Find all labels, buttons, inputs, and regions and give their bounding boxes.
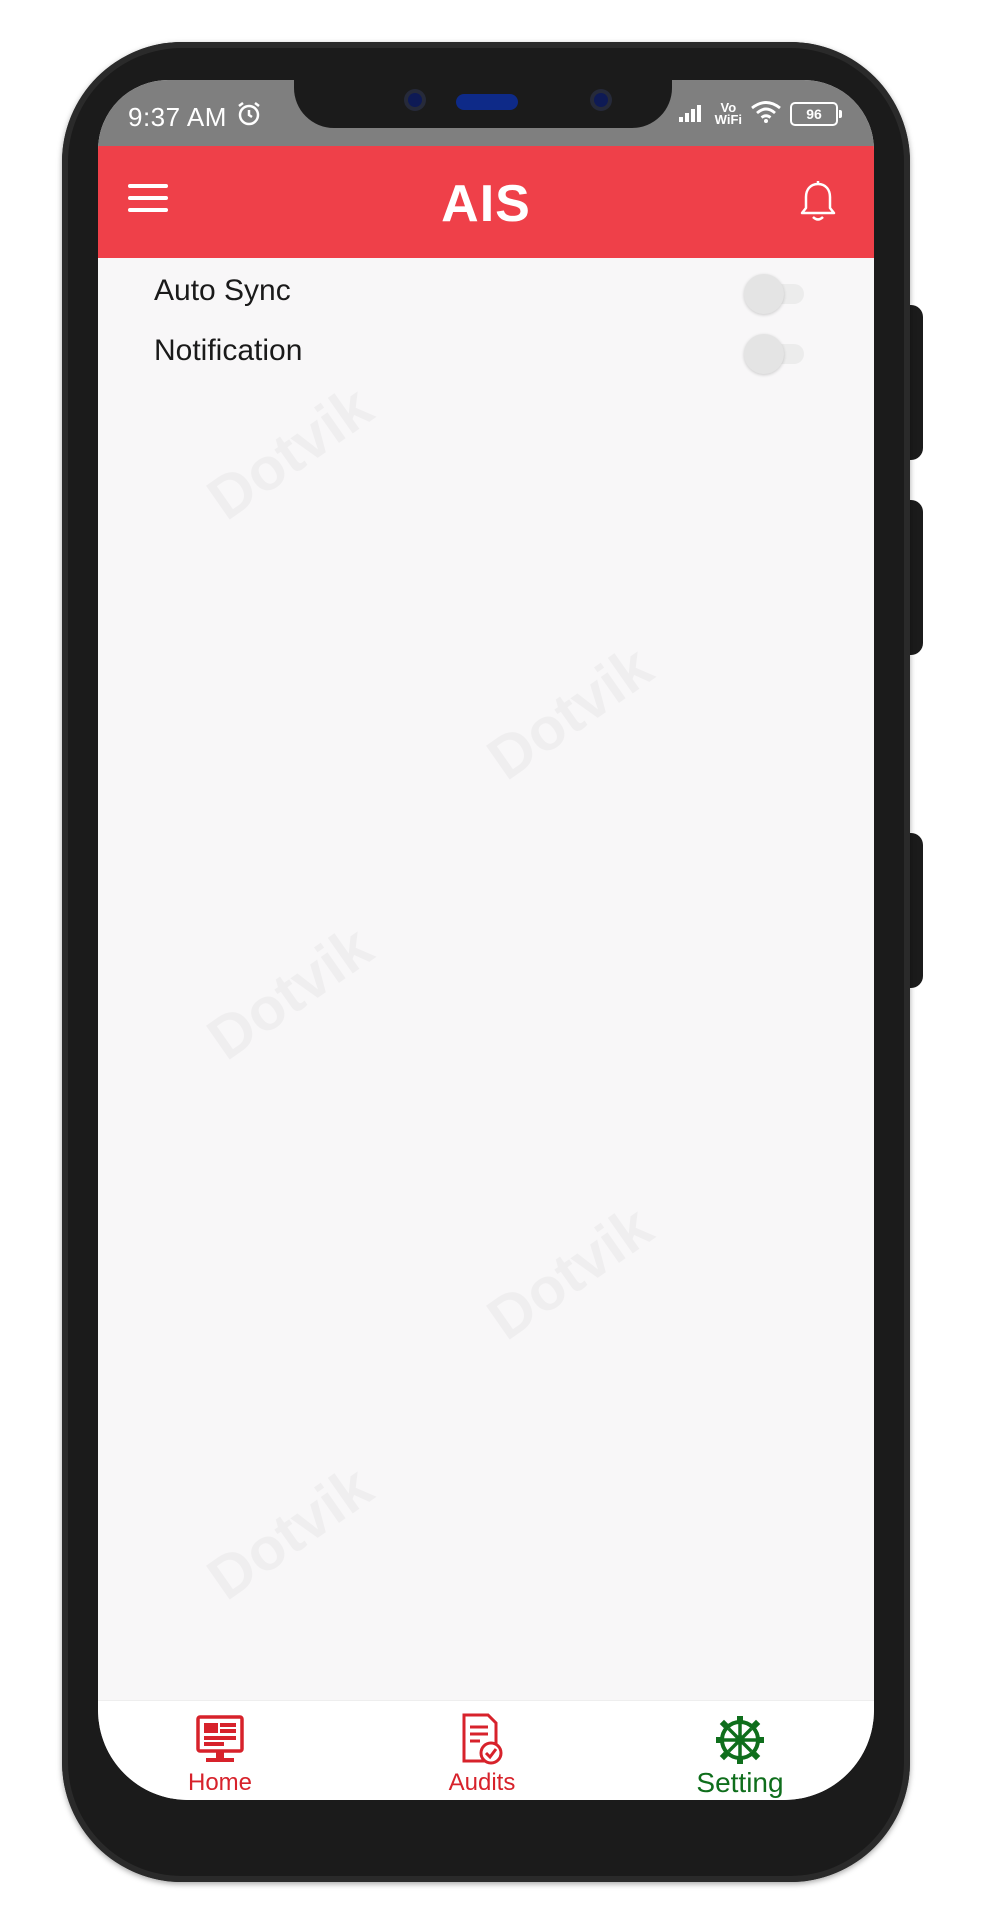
watermark-text: Dotvik: [475, 632, 665, 794]
setting-row-auto-sync: Auto Sync: [154, 264, 804, 320]
notification-label: Notification: [154, 334, 303, 367]
wifi-label: WiFi: [714, 112, 742, 127]
nav-audits-label: Audits: [448, 1769, 516, 1796]
watermark-text: Dotvik: [195, 372, 385, 534]
status-indicators: Vo WiFi 96: [677, 98, 842, 130]
monitor-icon: [120, 1711, 320, 1765]
battery-indicator: 96: [790, 102, 842, 126]
nav-home[interactable]: Home: [120, 1711, 320, 1797]
watermark-text: Dotvik: [195, 912, 385, 1074]
nav-home-label: Home: [187, 1769, 253, 1796]
toggle-thumb: [744, 334, 784, 374]
app-bar: AIS: [98, 146, 874, 258]
front-camera-secondary: [594, 93, 608, 107]
toggle-thumb: [744, 274, 784, 314]
bottom-navigation: Home Audits Setting: [98, 1700, 874, 1800]
bell-icon[interactable]: [798, 180, 838, 229]
status-time: 9:37 AM: [128, 102, 227, 132]
nav-setting[interactable]: Setting: [640, 1711, 840, 1799]
wifi-icon: [750, 100, 782, 129]
signal-icon: [677, 101, 707, 128]
front-camera: [408, 93, 422, 107]
alarm-icon: [235, 100, 263, 133]
settings-content: Dotvik Dotvik Dotvik Dotvik Dotvik Auto …: [98, 258, 874, 1700]
setting-row-notification: Notification: [154, 324, 804, 380]
app-title: AIS: [441, 175, 531, 233]
auto-sync-toggle[interactable]: [744, 274, 804, 314]
nav-audits[interactable]: Audits: [382, 1711, 582, 1797]
audit-document-icon: [382, 1711, 582, 1765]
auto-sync-label: Auto Sync: [154, 274, 291, 307]
nav-setting-label: Setting: [696, 1767, 784, 1798]
status-bar: 9:37 AM Vo WiFi 96: [98, 80, 874, 146]
gear-wheel-icon: [640, 1711, 840, 1765]
vowifi-indicator: Vo WiFi: [714, 101, 742, 127]
phone-screen: 9:37 AM Vo WiFi 96 AIS Auto Sync Notific…: [98, 80, 874, 1800]
watermark-text: Dotvik: [195, 1452, 385, 1614]
notification-toggle[interactable]: [744, 334, 804, 374]
watermark-text: Dotvik: [475, 1192, 665, 1354]
proximity-sensor: [456, 94, 518, 110]
